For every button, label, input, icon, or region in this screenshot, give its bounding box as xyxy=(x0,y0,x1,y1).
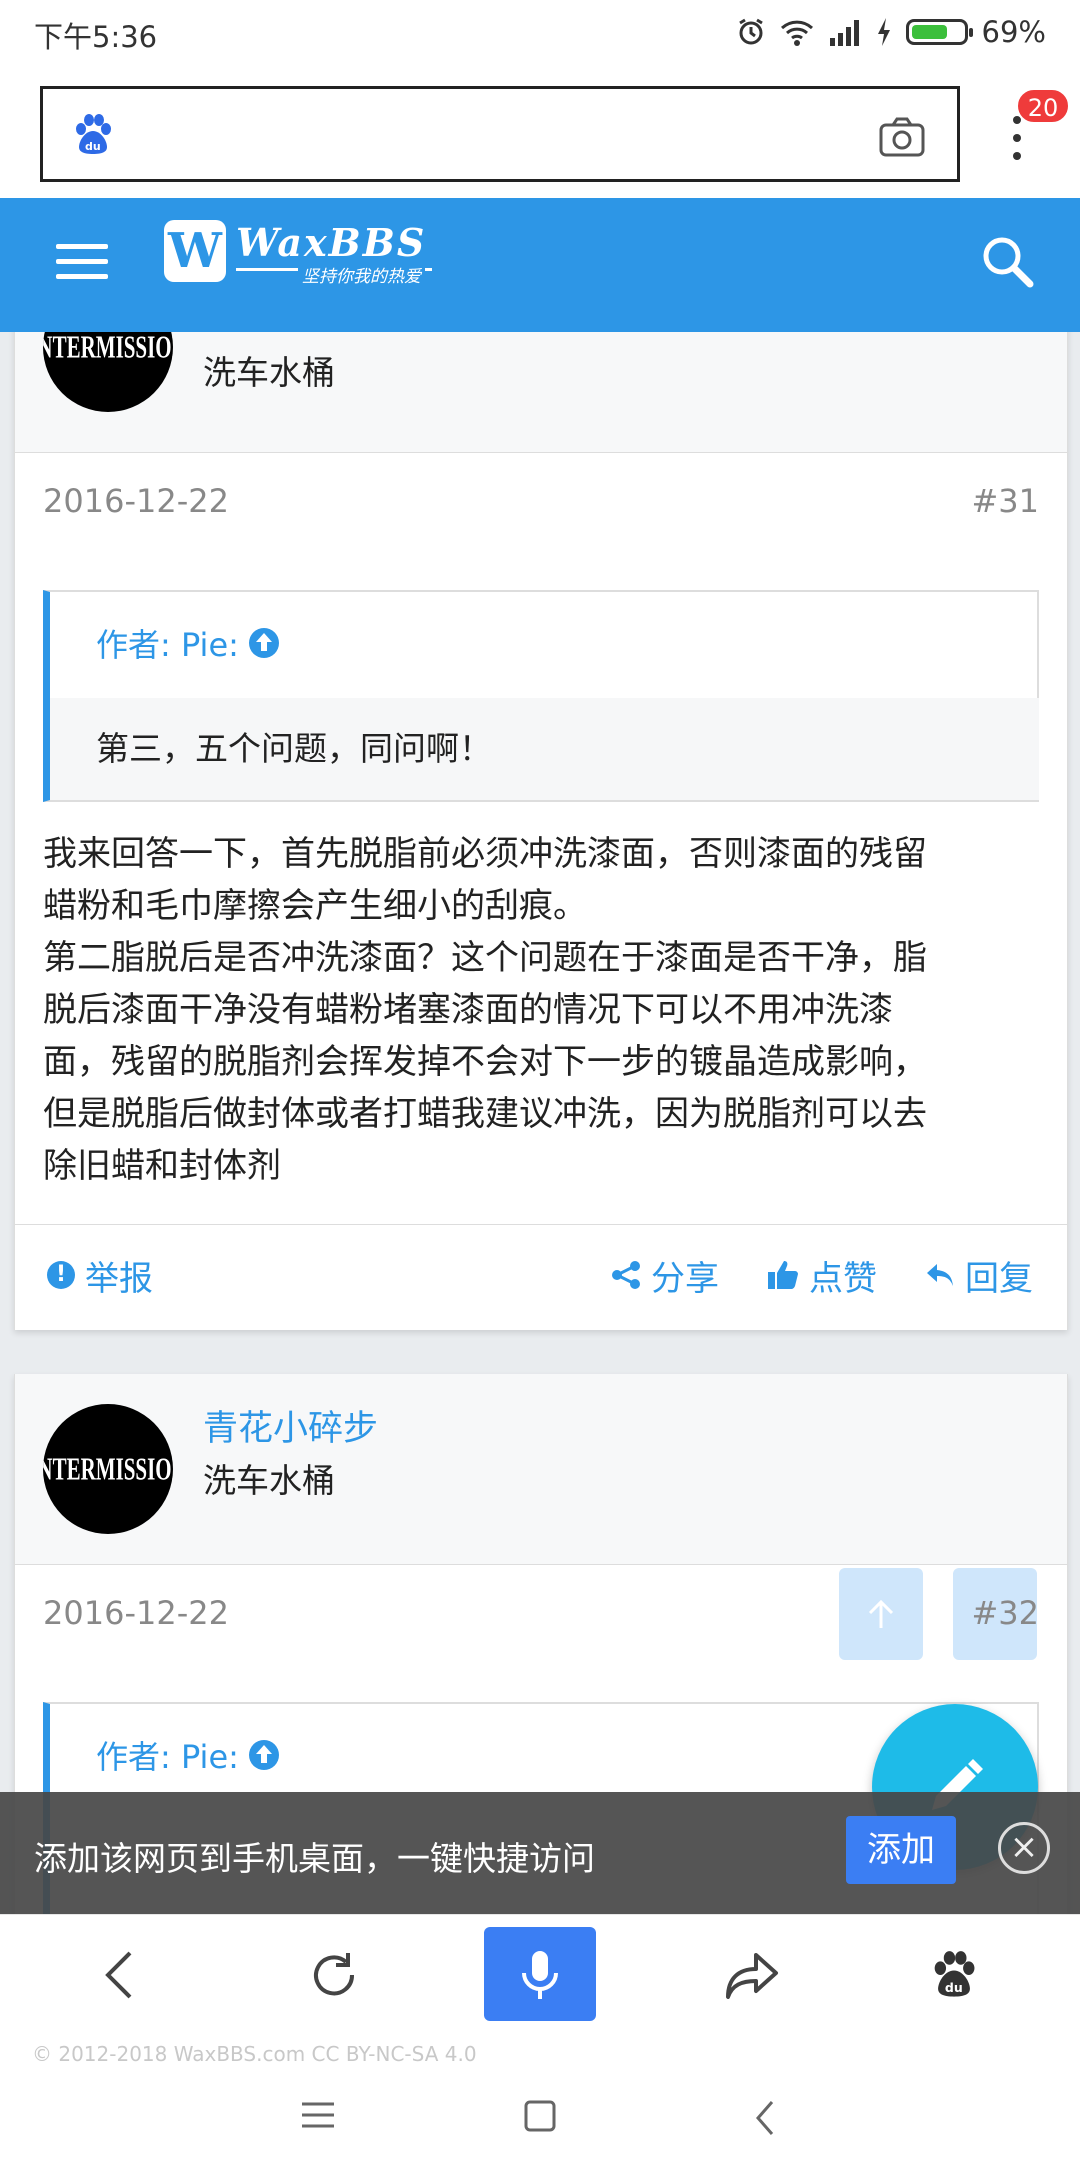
user-name[interactable]: 青花小碎步 xyxy=(203,1400,378,1451)
thumbs-up-icon xyxy=(768,1261,798,1289)
post-floor-number[interactable]: #32 xyxy=(971,1594,1039,1632)
status-time: 下午5:36 xyxy=(34,20,158,54)
menu-lines-icon xyxy=(302,2102,334,2128)
baidu-home-button[interactable]: du xyxy=(914,1935,994,2015)
battery-icon xyxy=(905,19,973,45)
banner-text: 添加该网页到手机桌面，一键快捷访问 xyxy=(34,1839,595,1878)
user-role: 洗车水桶 xyxy=(203,353,335,392)
post-body-line: 除旧蜡和封体剂 xyxy=(43,1146,281,1186)
chevron-left-icon xyxy=(756,2101,774,2135)
site-header: W WaxBBS 坚持你我的热爱 xyxy=(0,198,1080,332)
add-button[interactable]: 添加 xyxy=(846,1816,956,1884)
voice-search-button[interactable] xyxy=(484,1927,596,2021)
copyright-text: © 2012-2018 WaxBBS.com CC BY-NC-SA 4.0 xyxy=(32,2042,477,2066)
post-actions-bar: ! 举报 分享 点赞 回复 xyxy=(15,1224,1067,1331)
close-icon[interactable]: × xyxy=(998,1822,1050,1874)
chevron-left-icon xyxy=(105,1951,132,1999)
charging-icon xyxy=(877,18,890,46)
system-nav-area: © 2012-2018 WaxBBS.com CC BY-NC-SA 4.0 xyxy=(0,2030,1080,2160)
battery-fill xyxy=(911,25,947,39)
battery-percent: 69% xyxy=(981,15,1046,49)
post-body-line: 第二脂脱后是否冲洗漆面？这个问题在于漆面是否干净，脂 xyxy=(43,938,927,978)
square-icon xyxy=(524,2100,556,2132)
share-button[interactable]: 分享 xyxy=(611,1225,719,1325)
site-slogan: 坚持你我的热爱 xyxy=(298,262,425,287)
share-page-button[interactable] xyxy=(712,1935,792,2015)
post-floor-number[interactable]: #31 xyxy=(971,482,1039,520)
status-icons: 69% xyxy=(736,12,1046,52)
recent-apps-button[interactable] xyxy=(300,2100,336,2134)
browser-toolbar: du 20 xyxy=(0,66,1080,198)
back-button[interactable] xyxy=(80,1935,160,2015)
refresh-button[interactable] xyxy=(294,1935,374,2015)
user-role: 洗车水桶 xyxy=(203,1461,335,1500)
forward-share-icon xyxy=(726,1953,778,1999)
arrow-up-icon xyxy=(868,1599,894,1628)
search-icon[interactable] xyxy=(980,234,1036,290)
site-logo-title[interactable]: WaxBBS xyxy=(236,220,426,265)
wifi-icon xyxy=(780,20,813,46)
status-bar: 下午5:36 69% xyxy=(0,0,1080,66)
baidu-paw-icon: du xyxy=(934,1951,975,1997)
arrow-up-circle-icon[interactable] xyxy=(248,1740,279,1770)
reply-icon xyxy=(927,1264,953,1286)
post-card-31: INTERMISSION 洗车水桶 2016-12-22 #31 作者: Pie… xyxy=(14,282,1068,1331)
alert-icon: ! xyxy=(47,1261,75,1289)
notification-badge: 20 xyxy=(1016,88,1070,124)
svg-text:du: du xyxy=(85,140,101,153)
signal-icon xyxy=(829,20,859,46)
avatar[interactable]: INTERMISSION xyxy=(43,1404,173,1534)
post-body-line: 蜡粉和毛巾摩擦会产生细小的刮痕。 xyxy=(43,886,587,926)
post-body: 我来回答一下，首先脱脂前必须冲洗漆面，否则漆面的残留 蜡粉和毛巾摩擦会产生细小的… xyxy=(43,828,1043,1192)
hamburger-menu-icon[interactable] xyxy=(56,244,108,280)
share-icon xyxy=(612,1261,640,1289)
baidu-paw-icon: du xyxy=(76,114,111,154)
post-body-line: 面，残留的脱脂剂会挥发掉不会对下一步的镀晶造成影响， xyxy=(43,1042,927,1082)
browser-bottom-nav: du xyxy=(0,1914,1080,2031)
post-body-line: 我来回答一下，首先脱脂前必须冲洗漆面，否则漆面的残留 xyxy=(43,834,927,874)
camera-icon[interactable] xyxy=(879,117,925,157)
post-date: 2016-12-22 xyxy=(43,482,229,520)
reply-button[interactable]: 回复 xyxy=(925,1225,1033,1325)
address-bar[interactable]: du xyxy=(40,86,960,182)
post-date: 2016-12-22 xyxy=(43,1594,229,1632)
microphone-icon xyxy=(522,1951,558,1999)
refresh-icon xyxy=(314,1953,355,1996)
home-button[interactable] xyxy=(524,2100,556,2136)
scroll-to-top-button[interactable] xyxy=(839,1568,923,1660)
quote-block: 作者: Pie: 第三，五个问题，同问啊！ xyxy=(43,590,1039,802)
quote-author[interactable]: 作者: Pie: xyxy=(96,1732,279,1778)
alarm-icon xyxy=(738,18,763,45)
site-logo-mark[interactable]: W xyxy=(164,220,226,282)
post-body-line: 脱后漆面干净没有蜡粉堵塞漆面的情况下可以不用冲洗漆 xyxy=(43,990,893,1030)
quote-text: 第三，五个问题，同问啊！ xyxy=(50,698,1039,800)
post-body-line: 但是脱脂后做封体或者打蜡我建议冲洗，因为脱脂剂可以去 xyxy=(43,1094,927,1134)
arrow-up-circle-icon[interactable] xyxy=(248,628,279,658)
post-user-header: INTERMISSION 青花小碎步 洗车水桶 xyxy=(15,1374,1067,1565)
svg-text:du: du xyxy=(945,1980,963,1995)
like-button[interactable]: 点赞 xyxy=(767,1225,877,1325)
add-to-homescreen-banner: 添加该网页到手机桌面，一键快捷访问 添加 × xyxy=(0,1792,1080,1914)
system-back-button[interactable] xyxy=(754,2100,776,2140)
report-button[interactable]: ! 举报 xyxy=(47,1225,153,1325)
quote-author[interactable]: 作者: Pie: xyxy=(96,620,279,666)
